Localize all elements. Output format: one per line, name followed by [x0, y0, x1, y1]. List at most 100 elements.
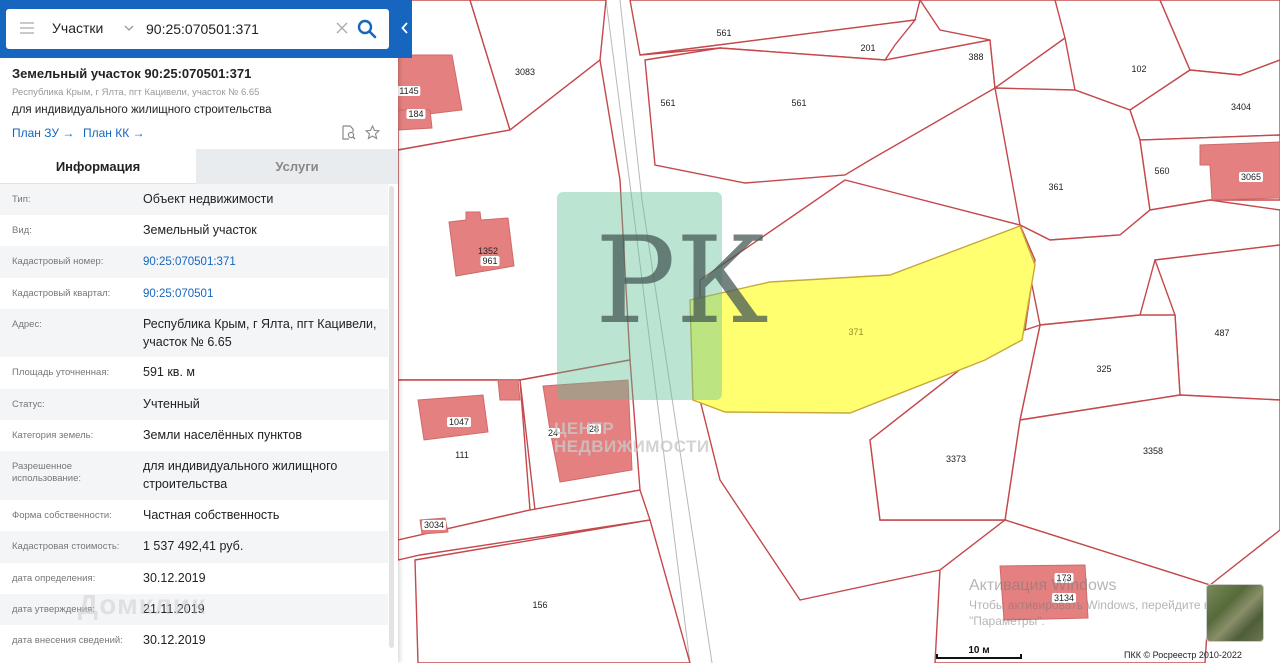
info-table: Тип: Объект недвижимости Вид: Земельный … — [0, 184, 388, 657]
info-row-label: Адрес: — [12, 319, 42, 330]
building[interactable] — [497, 379, 521, 401]
parcel-label: 560 — [1154, 166, 1170, 176]
parcel[interactable] — [994, 87, 1151, 241]
scale-bar — [936, 654, 1022, 659]
parcel-label: 201 — [860, 43, 876, 53]
cadastral-number-link[interactable]: 90:25:070501:371 — [143, 253, 378, 271]
info-row: Форма собственности: Частная собственнос… — [0, 500, 388, 531]
info-row-value: Объект недвижимости — [143, 192, 274, 206]
parcel-label: 3065 — [1238, 172, 1264, 182]
building[interactable] — [397, 54, 463, 116]
parcel-label: 3083 — [514, 67, 536, 77]
panel-scrollbar[interactable] — [389, 186, 394, 648]
info-row-label: дата определения: — [12, 573, 96, 584]
info-row-label: дата внесения сведений: — [12, 635, 123, 646]
search-input[interactable] — [146, 19, 331, 39]
domclick-watermark: Домклик — [78, 589, 207, 620]
info-row: Кадастровый номер: 90:25:070501:371 — [0, 246, 388, 278]
satellite-layer-toggle[interactable] — [1206, 584, 1264, 642]
info-row-label: Разрешенное использование: — [12, 461, 82, 484]
info-row: Кадастровая стоимость: 1 537 492,41 руб. — [0, 531, 388, 563]
chevron-down-icon[interactable] — [124, 23, 134, 33]
info-row-value: 591 кв. м — [143, 365, 195, 379]
document-search-icon[interactable] — [341, 125, 356, 140]
star-icon[interactable] — [365, 125, 380, 140]
menu-icon[interactable] — [20, 22, 34, 34]
map-scale-bar: 10 м — [936, 645, 1022, 659]
info-row-value: Земельный участок — [143, 223, 257, 237]
parcel-label: 561 — [791, 98, 807, 108]
info-row-value: 30.12.2019 — [143, 571, 206, 585]
info-row-label: Вид: — [12, 225, 32, 236]
clear-icon[interactable] — [336, 22, 348, 34]
watermark-logo: РК — [557, 192, 769, 400]
parcel-label: 3373 — [945, 454, 967, 464]
info-panel: Участки Земельный участок 90:25:070501:3… — [0, 0, 398, 663]
parcel-label: 184 — [406, 109, 426, 119]
parcel-label: 3358 — [1142, 446, 1164, 456]
info-row: Вид: Земельный участок — [0, 215, 388, 246]
watermark-text-line-2: НЕДВИЖИМОСТИ — [554, 437, 710, 456]
parcel[interactable] — [644, 39, 996, 184]
info-row: Адрес: Республика Крым, г Ялта, пгт Каци… — [0, 309, 388, 357]
info-row-value: для индивидуального жилищного строительс… — [143, 459, 338, 491]
info-row-label: Тип: — [12, 194, 31, 205]
parcel-label: 325 — [1096, 364, 1112, 374]
search-box: Участки — [6, 9, 389, 49]
parcel-label: 561 — [660, 98, 676, 108]
parcel-address: Республика Крым, г Ялта, пгт Кацивели, у… — [12, 87, 260, 98]
info-row: дата внесения сведений: 30.12.2019 — [0, 625, 388, 657]
panel-tabs: Информация Услуги — [0, 149, 398, 184]
info-row-value: 30.12.2019 — [143, 633, 206, 647]
parcel-label: 388 — [968, 52, 984, 62]
info-row: Кадастровый квартал: 90:25:070501 — [0, 278, 388, 309]
cadastral-quarter-link[interactable]: 90:25:070501 — [143, 285, 378, 303]
search-icon[interactable] — [356, 18, 378, 40]
plan-zu-link[interactable]: План ЗУ → — [12, 126, 74, 140]
info-row-label: Кадастровая стоимость: — [12, 541, 120, 552]
info-row-value: Частная собственность — [143, 508, 280, 522]
parcel-label: 3404 — [1230, 102, 1252, 112]
watermark-text: ЦЕНТР НЕДВИЖИМОСТИ — [554, 420, 729, 456]
info-row-label: Статус: — [12, 399, 45, 410]
copyright-text: ПКК © Росреестр 2010-2022 — [1124, 650, 1242, 660]
info-row: Тип: Объект недвижимости — [0, 184, 388, 215]
watermark-glyph: РК — [595, 212, 769, 351]
info-row-label: Категория земель: — [12, 430, 94, 441]
parcel-label: 361 — [1048, 182, 1064, 192]
info-row-value: Республика Крым, г Ялта, пгт Кацивели, у… — [143, 317, 377, 349]
parcel-label: 3034 — [421, 520, 447, 530]
chevron-left-icon — [401, 22, 408, 34]
building[interactable] — [448, 211, 515, 277]
collapse-panel-button[interactable] — [398, 0, 412, 58]
search-type-select[interactable]: Участки — [52, 20, 103, 36]
info-row-label: Площадь уточненная: — [12, 367, 110, 378]
info-row-label: Кадастровый номер: — [12, 256, 104, 267]
parcel-label: 1352 — [477, 246, 499, 256]
info-row-value: 1 537 492,41 руб. — [143, 539, 244, 553]
parcel-label: 487 — [1214, 328, 1230, 338]
parcel-label: 111 — [455, 450, 469, 460]
parcel-label: 1047 — [446, 417, 472, 427]
info-row-label: Кадастровый квартал: — [12, 288, 111, 299]
plan-kk-link[interactable]: План КК → — [83, 126, 145, 140]
parcel-usage: для индивидуального жилищного строительс… — [12, 104, 272, 116]
building[interactable] — [1199, 141, 1280, 201]
parcel-label: 561 — [716, 28, 732, 38]
info-row: Статус: Учтенный — [0, 389, 388, 420]
parcel-label: 102 — [1131, 64, 1147, 74]
info-row: Площадь уточненная: 591 кв. м — [0, 357, 388, 389]
tab-services[interactable]: Услуги — [196, 149, 398, 184]
watermark-text-line-1: ЦЕНТР — [554, 419, 615, 438]
parcel-label-selected: 371 — [848, 327, 864, 337]
parcel-title: Земельный участок 90:25:070501:371 — [12, 66, 252, 81]
info-row-value: Учтенный — [143, 397, 200, 411]
info-row-label: Форма собственности: — [12, 510, 112, 521]
info-row: Разрешенное использование: для индивидуа… — [0, 451, 388, 500]
parcel-label: 1145 — [397, 86, 421, 96]
tab-information[interactable]: Информация — [0, 149, 196, 184]
info-row: Категория земель: Земли населённых пункт… — [0, 420, 388, 451]
parcel-label: 961 — [480, 256, 500, 266]
search-bar: Участки — [0, 0, 398, 58]
parcel-label: 156 — [532, 600, 548, 610]
